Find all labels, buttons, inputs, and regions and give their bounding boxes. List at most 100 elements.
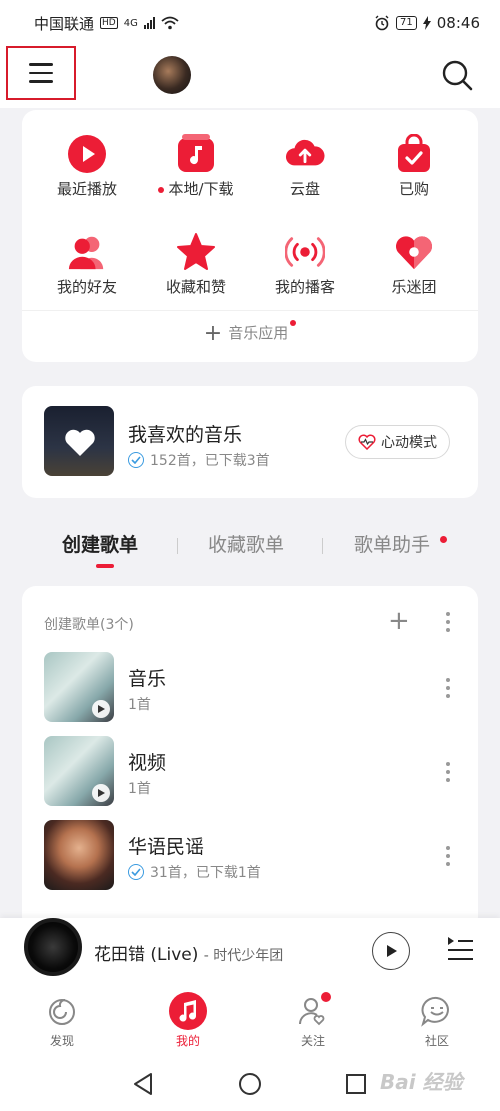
playlist-cover [44, 736, 114, 806]
heart-badge-icon [394, 232, 434, 272]
nav-label: 发现 [49, 1034, 74, 1048]
more-icon[interactable] [445, 612, 451, 632]
tab-collected[interactable]: 收藏歌单 [208, 530, 284, 557]
menu-button[interactable] [6, 46, 76, 100]
playlist-cover [44, 652, 114, 722]
now-playing-title: 花田错 (Live) [94, 945, 199, 965]
alarm-icon [375, 15, 389, 31]
bag-check-icon [394, 134, 434, 174]
tab-created[interactable]: 创建歌单 [62, 530, 138, 557]
nav-follow[interactable]: 关注 [273, 992, 353, 1049]
more-icon[interactable] [445, 846, 451, 866]
liked-music-cover [44, 406, 114, 476]
more-icon[interactable] [445, 762, 451, 782]
new-dot [158, 186, 165, 193]
home-icon[interactable] [238, 1072, 262, 1096]
playlist-meta: 31首，已下载1首 [128, 862, 261, 882]
quick-item-favorites[interactable]: 收藏和赞 [141, 232, 251, 297]
community-icon [418, 992, 456, 1030]
nav-community[interactable]: 社区 [397, 992, 477, 1049]
quick-item-label: 云盘 [289, 180, 320, 198]
bottom-nav: 发现 我的 关注 社区 [0, 982, 500, 1058]
recent-apps-icon[interactable] [345, 1073, 367, 1095]
nav-label: 社区 [424, 1034, 449, 1048]
active-tab-indicator [96, 564, 114, 568]
back-icon[interactable] [132, 1072, 154, 1096]
quick-item-label: 乐迷团 [391, 278, 437, 296]
network-type: 4G [123, 17, 138, 29]
cloud-upload-icon [285, 134, 325, 174]
nav-label: 我的 [175, 1034, 200, 1048]
music-note-icon [176, 134, 216, 174]
playlist-title: 视频 [128, 752, 167, 774]
status-right: 71 08:46 [374, 14, 480, 32]
play-circle-icon [67, 134, 107, 174]
quick-item-cloud[interactable]: 云盘 [250, 134, 360, 199]
liked-music-card[interactable]: 我喜欢的音乐 152首，已下载3首 心动模式 [22, 386, 478, 498]
quick-item-purchased[interactable]: 已购 [359, 134, 469, 199]
wifi-icon [161, 16, 179, 30]
quick-item-local[interactable]: 本地/下载 [141, 134, 251, 199]
quick-item-recent[interactable]: 最近播放 [32, 134, 142, 199]
nav-label: 关注 [300, 1034, 325, 1048]
nav-discover[interactable]: 发现 [22, 992, 102, 1049]
quick-item-label: 本地/下载 [168, 180, 234, 198]
status-bar: 中国联通 HD 4G 71 08:46 [0, 0, 500, 46]
star-icon [176, 232, 216, 272]
tab-divider [322, 538, 323, 554]
music-apps-label: 音乐应用 [228, 324, 289, 342]
playlist-cover [44, 820, 114, 890]
new-dot [440, 536, 447, 543]
search-icon[interactable] [440, 58, 474, 92]
playlist-queue-icon[interactable] [446, 934, 474, 964]
playlist-section-title: 创建歌单(3个) [44, 617, 134, 633]
now-playing-info: 花田错 (Live) - 时代少年团 [94, 940, 283, 965]
downloaded-check-icon [128, 864, 144, 880]
hamburger-line [29, 80, 53, 83]
divider [22, 310, 478, 311]
downloaded-check-icon [128, 452, 144, 468]
friends-icon [67, 232, 107, 272]
music-apps-button[interactable]: + 音乐应用 [22, 320, 478, 346]
playlist-count: 1首 [128, 697, 151, 713]
tab-divider [177, 538, 178, 554]
music-note-icon [169, 992, 207, 1030]
mini-player[interactable]: 花田错 (Live) - 时代少年团 [0, 918, 500, 982]
avatar[interactable] [153, 56, 191, 94]
quick-item-label: 我的好友 [56, 278, 117, 296]
playlist-row[interactable]: 华语民谣 31首，已下载1首 [22, 820, 478, 890]
tab-assistant[interactable]: 歌单助手 [354, 530, 430, 557]
quick-item-label: 我的播客 [274, 278, 335, 296]
plus-icon: + [203, 321, 223, 346]
now-playing-cover[interactable] [24, 918, 82, 976]
battery-indicator: 71 [396, 16, 417, 30]
quick-item-label: 已购 [398, 180, 429, 198]
quick-item-fanclub[interactable]: 乐迷团 [359, 232, 469, 297]
broadcast-icon [285, 232, 325, 272]
play-button[interactable] [372, 932, 410, 970]
liked-music-title: 我喜欢的音乐 [128, 424, 243, 446]
playlist-count: 1首 [128, 781, 151, 797]
quick-item-podcast[interactable]: 我的播客 [250, 232, 360, 297]
new-dot [321, 992, 331, 1002]
clock: 08:46 [436, 14, 480, 32]
liked-music-subtitle: 152首，已下载3首 [150, 453, 270, 469]
add-playlist-button[interactable]: + [388, 608, 410, 634]
created-playlists-card: 创建歌单(3个) + 音乐 1首 视频 1首 华语民谣 31首，已下载1首 [22, 586, 478, 931]
playlist-title: 音乐 [128, 668, 167, 690]
hamburger-icon [29, 63, 53, 66]
more-icon[interactable] [445, 678, 451, 698]
quick-access-card: 最近播放 本地/下载 云盘 已购 我的好友 收藏和赞 我的播客 乐迷团 + 音乐… [22, 110, 478, 362]
quick-item-friends[interactable]: 我的好友 [32, 232, 142, 297]
playlist-row[interactable]: 音乐 1首 [22, 652, 478, 722]
play-icon [92, 700, 110, 718]
new-dot [290, 320, 297, 326]
heartbeat-mode-button[interactable]: 心动模式 [345, 425, 450, 459]
quick-item-label: 最近播放 [56, 180, 117, 198]
watermark: Bai 经验 [380, 1070, 463, 1094]
play-icon [387, 945, 397, 957]
nav-mine[interactable]: 我的 [148, 992, 228, 1049]
status-left: 中国联通 HD 4G [34, 13, 179, 34]
signal-icon [143, 17, 155, 29]
playlist-row[interactable]: 视频 1首 [22, 736, 478, 806]
